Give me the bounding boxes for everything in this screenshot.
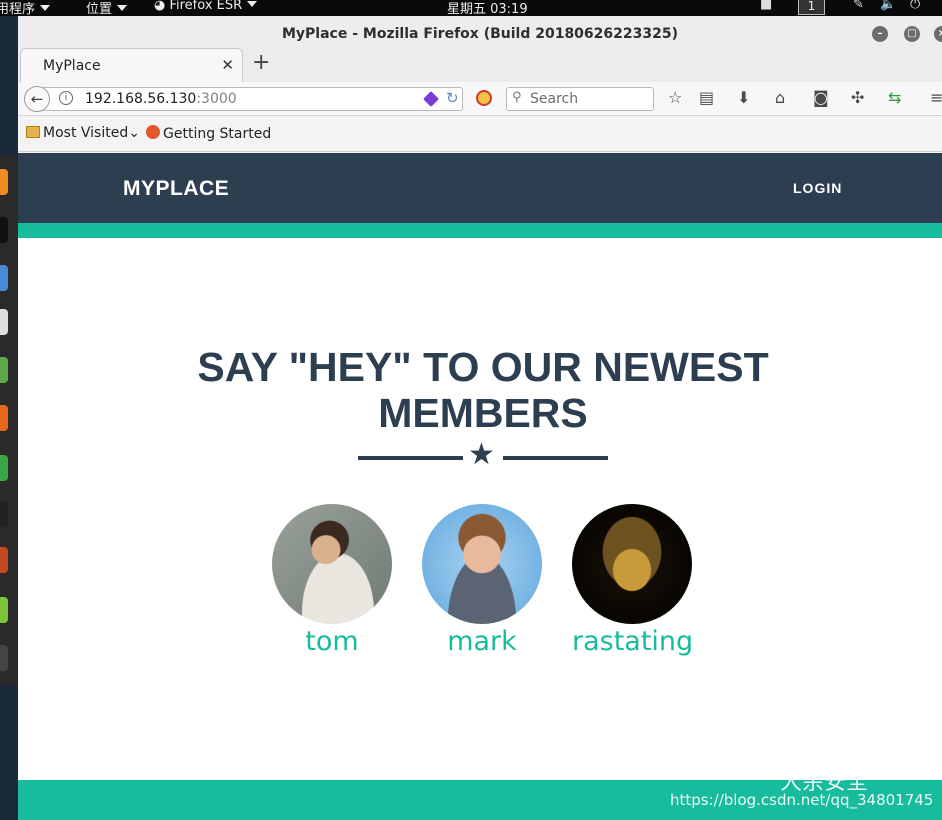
power-icon[interactable]: ⏻ [910, 0, 920, 12]
extension-icon[interactable] [423, 91, 439, 107]
window-title: MyPlace - Mozilla Firefox (Build 2018062… [281, 26, 678, 42]
member-name[interactable]: rastating [572, 626, 693, 657]
minimize-button[interactable]: – [872, 26, 888, 42]
folder-icon [26, 126, 40, 138]
bookmark-getting-started[interactable]: Getting Started [146, 125, 271, 142]
dock [0, 155, 18, 685]
avatar [272, 504, 392, 624]
chevron-down-icon [247, 1, 258, 7]
star-divider: ★ [358, 437, 608, 472]
url-bar[interactable]: i 192.168.56.130:3000 ↻ [43, 87, 463, 111]
app-launcher-icon[interactable] [0, 169, 8, 195]
member-card[interactable]: rastating [572, 504, 693, 657]
search-input[interactable]: ⚲ Search [506, 87, 654, 111]
tab-strip: MyPlace ✕ + [18, 46, 942, 82]
chevron-down-icon [40, 5, 51, 11]
reading-list-icon[interactable]: ▤ [699, 88, 714, 107]
close-window-button[interactable]: × [934, 26, 942, 42]
bookmarks-toolbar: Most Visited⌄ Getting Started [18, 116, 942, 152]
page-heading: SAY "HEY" TO OUR NEWEST MEMBERS [197, 344, 769, 436]
files-icon[interactable] [0, 265, 8, 291]
divider-line [358, 456, 463, 460]
places-menu[interactable]: 位置 [86, 0, 128, 17]
app-icon[interactable] [0, 455, 8, 481]
tab-myplace[interactable]: MyPlace ✕ [20, 48, 243, 82]
app-icon[interactable] [0, 597, 8, 623]
member-card[interactable]: tom [272, 504, 392, 657]
app-icon[interactable] [0, 357, 8, 383]
home-icon[interactable]: ⌂ [775, 88, 785, 107]
proxy-switch-icon[interactable]: ⇆ [888, 88, 901, 107]
clock[interactable]: 星期五 03:19 [447, 0, 528, 17]
navigation-toolbar: i 192.168.56.130:3000 ↻ ← ⚲ Search ☆ ▤ ⬇… [18, 82, 942, 116]
url-text[interactable]: 192.168.56.130:3000 [85, 91, 237, 107]
member-card[interactable]: mark [422, 504, 542, 657]
avatar [422, 504, 542, 624]
firefox-icon [146, 125, 160, 139]
star-icon: ★ [468, 437, 495, 472]
app-icon[interactable] [0, 309, 8, 335]
workspace-indicator[interactable]: 1 [798, 0, 825, 15]
reload-icon[interactable]: ↻ [446, 89, 459, 107]
app-icon[interactable] [0, 547, 8, 573]
accent-bar [18, 223, 942, 238]
tab-title: MyPlace [43, 58, 101, 74]
download-icon[interactable]: ⬇ [737, 88, 750, 107]
app-icon[interactable] [0, 501, 8, 527]
app-icon[interactable] [0, 405, 8, 431]
window-titlebar: MyPlace - Mozilla Firefox (Build 2018062… [18, 16, 942, 46]
divider-line [503, 456, 608, 460]
maximize-button[interactable]: □ [904, 26, 920, 42]
site-navbar: MYPLACE LOGIN [18, 153, 942, 223]
info-icon[interactable]: i [59, 91, 73, 105]
bookmark-most-visited[interactable]: Most Visited⌄ [26, 125, 140, 141]
applications-menu[interactable]: 用程序 [0, 0, 51, 17]
watermark-url: https://blog.csdn.net/qq_34801745 [670, 791, 934, 809]
login-link[interactable]: LOGIN [793, 180, 842, 196]
back-button[interactable]: ← [24, 86, 50, 112]
browser-window: MyPlace - Mozilla Firefox (Build 2018062… [18, 16, 942, 820]
member-name[interactable]: mark [422, 626, 542, 657]
bookmark-star-icon[interactable]: ☆ [668, 88, 682, 107]
terminal-icon[interactable] [0, 217, 8, 243]
video-icon[interactable]: ■ [760, 0, 772, 12]
show-apps-icon[interactable] [0, 645, 8, 671]
menu-icon[interactable]: ≡ [930, 88, 942, 107]
search-placeholder: Search [530, 91, 579, 107]
member-name[interactable]: tom [272, 626, 392, 657]
avatar [572, 504, 692, 624]
pen-icon[interactable]: ✎ [853, 0, 864, 12]
new-tab-button[interactable]: + [252, 50, 270, 75]
active-app-menu[interactable]: ◕ Firefox ESR [154, 0, 258, 13]
chevron-down-icon [117, 5, 128, 11]
desktop-top-bar: 用程序 位置 ◕ Firefox ESR 星期五 03:19 ■ 1 ✎ 🔈 ⏻ [0, 0, 942, 17]
search-icon: ⚲ [512, 90, 522, 105]
pocket-icon[interactable]: ◙ [813, 88, 829, 107]
volume-icon[interactable]: 🔈 [880, 0, 896, 12]
site-brand[interactable]: MYPLACE [123, 177, 229, 201]
close-icon[interactable]: ✕ [221, 56, 234, 74]
noscript-icon[interactable] [476, 90, 492, 106]
extension-icon[interactable]: ✣ [851, 88, 864, 107]
page-content: MYPLACE LOGIN SAY "HEY" TO OUR NEWEST ME… [18, 153, 942, 820]
